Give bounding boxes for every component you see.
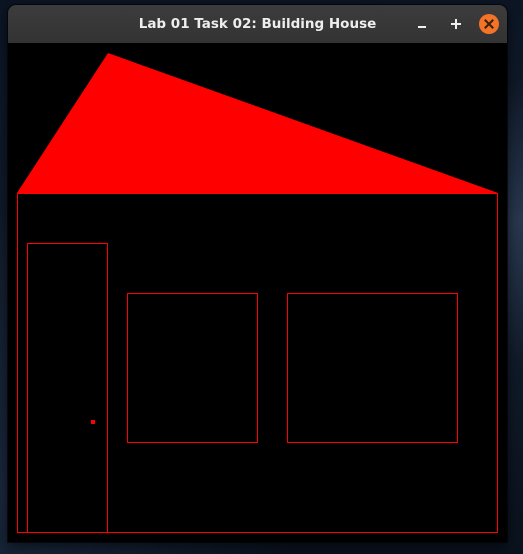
drawing-canvas [8,43,507,542]
roof [17,53,498,193]
left-window [127,293,258,443]
app-window: Lab 01 Task 02: Building House [8,5,507,542]
close-button[interactable] [479,14,499,34]
minimize-button[interactable] [412,14,432,34]
maximize-button[interactable] [446,14,466,34]
minimize-icon [418,26,426,28]
window-title: Lab 01 Task 02: Building House [138,16,377,32]
right-window [287,293,458,443]
title-bar[interactable]: Lab 01 Task 02: Building House [8,5,507,44]
door-knob [91,420,95,424]
door [27,243,108,533]
